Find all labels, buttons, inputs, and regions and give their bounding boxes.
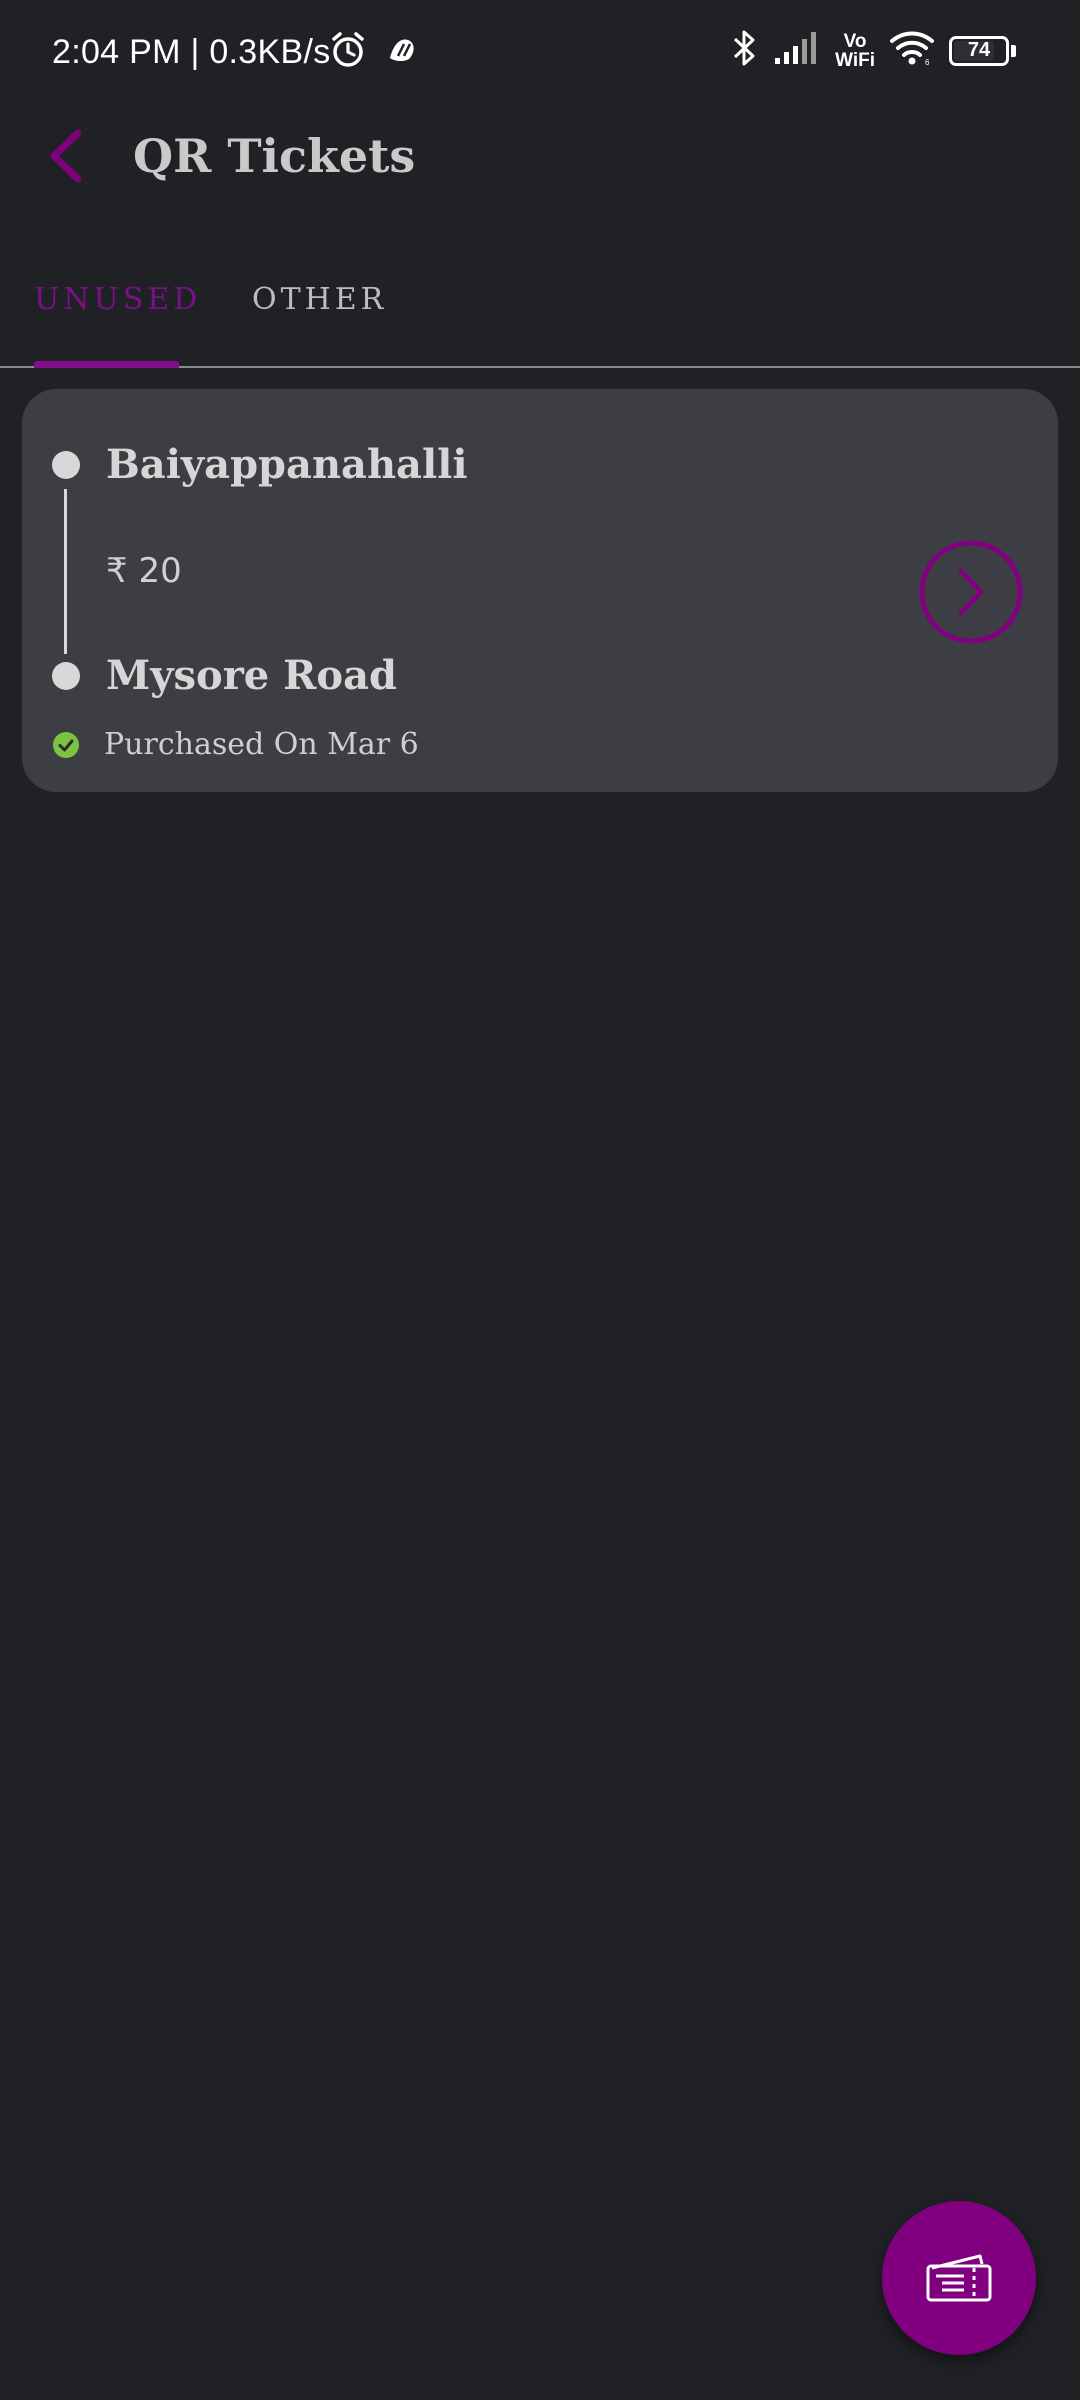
svg-text:6: 6 — [925, 58, 930, 67]
destination-station: Mysore Road — [106, 652, 397, 699]
back-button[interactable] — [34, 124, 98, 188]
battery-level: 74 — [967, 39, 991, 61]
vowifi-bottom-text: WiFi — [835, 49, 875, 71]
chevron-left-icon — [50, 129, 82, 183]
purchase-status: Purchased On Mar 6 — [52, 725, 419, 765]
battery-icon: 74 — [949, 35, 1016, 66]
battery-body: 74 — [949, 35, 1009, 66]
status-right-icons: Vo WiFi 6 74 — [729, 28, 1016, 73]
vowifi-top-text: Vo — [843, 30, 867, 52]
bluetooth-icon — [729, 28, 759, 73]
wifi-icon: 6 — [889, 29, 935, 72]
origin-station: Baiyappanahalli — [106, 441, 468, 488]
tab-bar: UNUSED OTHER — [0, 258, 1080, 368]
status-bar: 2:04 PM | 0.3KB/s Vo WiFi 6 74 — [0, 0, 1080, 100]
tab-other[interactable]: OTHER — [252, 280, 387, 320]
signal-icon — [773, 30, 821, 71]
open-ticket-button[interactable] — [918, 539, 1024, 645]
route-line — [64, 489, 67, 654]
status-time: 2:04 PM | 0.3KB/s — [52, 33, 331, 71]
destination-dot — [52, 662, 80, 690]
app-bar: QR Tickets — [0, 100, 1080, 212]
alarm-icon — [328, 30, 368, 75]
check-circle-icon — [52, 731, 80, 759]
qr-tickets-screen: 2:04 PM | 0.3KB/s Vo WiFi 6 74 QR Ticket… — [0, 0, 1080, 2400]
vowifi-indicator: Vo WiFi — [835, 32, 875, 70]
battery-tip — [1011, 44, 1016, 57]
buy-ticket-fab[interactable] — [882, 2201, 1036, 2355]
ticket-card[interactable]: Baiyappanahalli ₹ 20 Mysore Road Purchas… — [22, 389, 1058, 792]
page-title: QR Tickets — [133, 129, 416, 183]
app-notification-icon — [386, 32, 422, 73]
origin-dot — [52, 451, 80, 479]
status-left-icons — [328, 30, 422, 75]
purchased-date: Purchased On Mar 6 — [104, 727, 419, 762]
tab-unused[interactable]: UNUSED — [34, 280, 201, 320]
tab-active-indicator — [34, 361, 179, 368]
ticket-fare: ₹ 20 — [106, 551, 182, 591]
ticket-icon — [926, 2254, 992, 2302]
chevron-right-circle-icon — [919, 540, 1023, 644]
